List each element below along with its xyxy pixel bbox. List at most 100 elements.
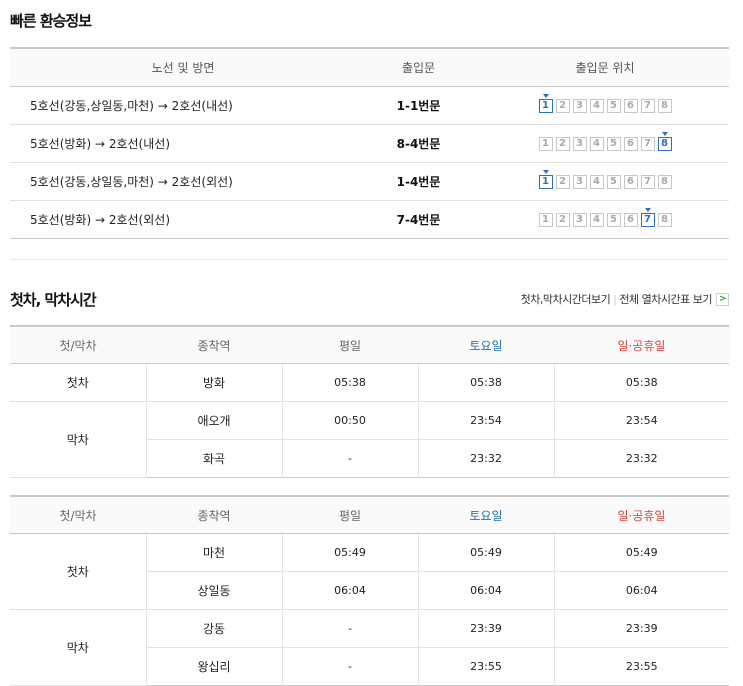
time-row: 막차 강동 -23:39 23:39 bbox=[10, 609, 729, 686]
train-kind: 첫차 bbox=[10, 533, 146, 610]
holiday-time: 23:32 bbox=[553, 439, 729, 478]
link-separator: | bbox=[613, 292, 617, 306]
holiday-time: 23:54 bbox=[553, 401, 729, 440]
door-box-active: 8 bbox=[657, 131, 672, 151]
transfer-table: 노선 및 방면 출입문 출입문 위치 5호선(강동,상일동,마천) → 2호선(… bbox=[10, 47, 729, 239]
door-box: 2 bbox=[555, 174, 570, 189]
door-box: 2 bbox=[555, 136, 570, 151]
transfer-exit: 1-1번문 bbox=[356, 86, 481, 125]
header-exit: 출입문 bbox=[356, 48, 481, 87]
weekday-time: 06:04 bbox=[281, 571, 418, 610]
transfer-exit: 1-4번문 bbox=[356, 162, 481, 201]
firstlast-table-2: 첫/막차 종착역 평일 토요일 일·공휴일 첫차 마천 05:49 05:49 05:49 상일동 0… bbox=[10, 495, 729, 686]
door-box: 8 bbox=[657, 212, 672, 227]
header-route: 노선 및 방면 bbox=[10, 48, 356, 87]
train-kind: 막차 bbox=[10, 401, 146, 478]
transfer-route: 5호선(방화) → 2호선(외선) bbox=[30, 213, 171, 227]
door-box: 7 bbox=[640, 136, 655, 151]
terminus-station: 강동 bbox=[145, 609, 282, 648]
header-terminus: 종착역 bbox=[146, 326, 282, 364]
time-header-row: 첫/막차 종착역 평일 토요일 일·공휴일 bbox=[10, 496, 729, 534]
door-box: 3 bbox=[572, 136, 587, 151]
header-saturday: 토요일 bbox=[418, 496, 554, 534]
door-box: 5 bbox=[606, 212, 621, 227]
door-position: 12345678 bbox=[481, 162, 729, 201]
transfer-row: 5호선(방화) → 2호선(내선) 8-4번문 1 2 3 4 5 6 7 8 bbox=[10, 124, 729, 163]
door-box: 4 bbox=[589, 212, 604, 227]
door-box: 8 bbox=[657, 174, 672, 189]
door-position: 12345678 bbox=[481, 124, 729, 163]
holiday-time: 05:49 bbox=[553, 533, 729, 572]
door-box: 8 bbox=[657, 98, 672, 113]
header-holiday: 일·공휴일 bbox=[554, 496, 729, 534]
firstlast-table-1: 첫/막차 종착역 평일 토요일 일·공휴일 첫차 방화 05:38 05:38 05:38 막차 애오… bbox=[10, 325, 729, 478]
transfer-header-row: 노선 및 방면 출입문 출입문 위치 bbox=[10, 48, 729, 87]
terminus-station: 마천 bbox=[145, 533, 282, 572]
full-timetable-link[interactable]: 전체 열차시간표 보기 bbox=[619, 291, 712, 307]
time-header-row: 첫/막차 종착역 평일 토요일 일·공휴일 bbox=[10, 326, 729, 364]
door-box: 4 bbox=[589, 174, 604, 189]
weekday-time: 05:49 bbox=[281, 533, 418, 572]
door-box: 6 bbox=[623, 212, 638, 227]
door-box: 5 bbox=[606, 174, 621, 189]
door-indicator: 12345678 bbox=[538, 93, 672, 113]
transfer-route: 5호선(강동,상일동,마천) → 2호선(외선) bbox=[10, 162, 356, 201]
door-box: 4 bbox=[589, 98, 604, 113]
firstlast-links: 첫차,막차시간더보기 | 전체 열차시간표 보기 > bbox=[521, 291, 729, 307]
saturday-time: 23:54 bbox=[417, 401, 554, 440]
time-row: 첫차 마천 05:49 05:49 05:49 bbox=[10, 533, 729, 610]
holiday-time: 06:04 bbox=[553, 571, 729, 610]
transfer-route: 5호선(강동,상일동,마천) → 2호선(내선) bbox=[10, 86, 356, 125]
header-terminus: 종착역 bbox=[146, 496, 282, 534]
door-box: 1 bbox=[538, 136, 553, 151]
door-box: 6 bbox=[623, 136, 638, 151]
header-saturday: 토요일 bbox=[418, 326, 554, 364]
terminus-station: 애오개 bbox=[145, 401, 282, 440]
weekday-time: - bbox=[281, 609, 418, 648]
header-kind: 첫/막차 bbox=[10, 496, 146, 534]
saturday-time: 06:04 bbox=[417, 571, 554, 610]
train-kind: 막차 bbox=[10, 609, 146, 686]
transfer-exit: 7-4번문 bbox=[396, 213, 441, 227]
transfer-row: 5호선(방화) → 2호선(외선) 7-4번문 1 2 3 4 5 6 7 8 bbox=[10, 201, 729, 239]
header-holiday: 일·공휴일 bbox=[554, 326, 729, 364]
door-box-active: 1 bbox=[538, 93, 553, 113]
saturday-time: 23:55 bbox=[417, 647, 554, 686]
door-box: 7 bbox=[640, 98, 655, 113]
weekday-time: - bbox=[281, 439, 418, 478]
header-door-position: 출입문 위치 bbox=[481, 48, 729, 87]
header-kind: 첫/막차 bbox=[10, 326, 146, 364]
saturday-time: 05:38 bbox=[417, 363, 554, 402]
terminus-station: 왕십리 bbox=[145, 647, 282, 686]
saturday-time: 05:49 bbox=[417, 533, 554, 572]
saturday-time: 23:32 bbox=[417, 439, 554, 478]
terminus-station: 방화 bbox=[145, 363, 282, 402]
weekday-time: 05:38 bbox=[281, 363, 418, 402]
door-box: 1 bbox=[538, 212, 553, 227]
door-box: 3 bbox=[572, 174, 587, 189]
door-box: 2 bbox=[555, 98, 570, 113]
terminus-station: 상일동 bbox=[145, 571, 282, 610]
transfer-section-title: 빠른 환승정보 bbox=[10, 12, 92, 30]
weekday-time: 00:50 bbox=[281, 401, 418, 440]
door-position: 12345678 bbox=[481, 86, 729, 125]
section-divider bbox=[10, 259, 729, 260]
door-box: 7 bbox=[640, 174, 655, 189]
first-last-more-link[interactable]: 첫차,막차시간더보기 bbox=[521, 291, 611, 307]
door-box: 3 bbox=[572, 212, 587, 227]
terminus-station: 화곡 bbox=[145, 439, 282, 478]
saturday-time: 23:39 bbox=[417, 609, 554, 648]
transfer-row: 5호선(강동,상일동,마천) → 2호선(외선) 1-4번문 1 2 3 4 5 6 7 8 bbox=[10, 162, 729, 201]
header-weekday: 평일 bbox=[282, 496, 418, 534]
door-position: 12345678 bbox=[481, 201, 729, 239]
door-indicator: 12345678 bbox=[538, 169, 672, 189]
door-box: 6 bbox=[623, 98, 638, 113]
chevron-right-icon[interactable]: > bbox=[716, 292, 729, 306]
door-box: 5 bbox=[606, 98, 621, 113]
transfer-row: 5호선(강동,상일동,마천) → 2호선(내선) 1-1번문 1 2 3 4 5 6 7 8 bbox=[10, 86, 729, 125]
transfer-route: 5호선(방화) → 2호선(내선) bbox=[10, 124, 356, 163]
door-box-active: 7 bbox=[640, 207, 655, 227]
time-row: 막차 애오개 00:50 23:54 23:54 bbox=[10, 401, 729, 478]
door-box: 3 bbox=[572, 98, 587, 113]
holiday-time: 23:39 bbox=[553, 609, 729, 648]
